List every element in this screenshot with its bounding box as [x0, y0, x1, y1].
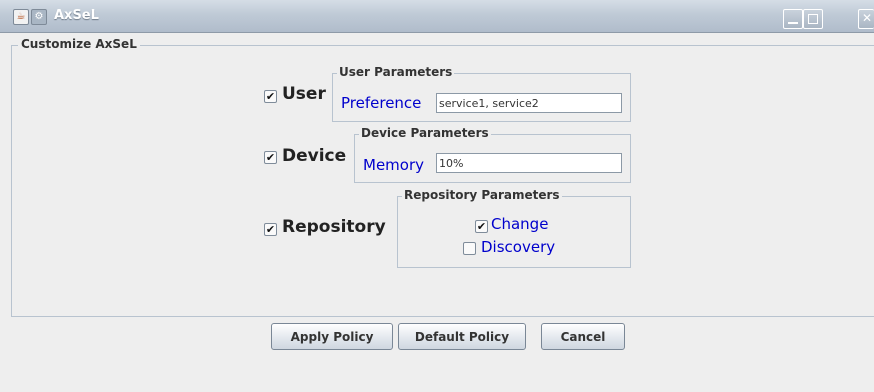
change-checkbox[interactable]: ✔ — [475, 220, 488, 233]
maximize-button[interactable] — [803, 9, 823, 29]
user-checkbox[interactable]: ✔ — [264, 90, 277, 103]
user-parameters-title: User Parameters — [337, 65, 455, 79]
default-policy-button[interactable]: Default Policy — [398, 323, 526, 350]
apply-policy-button[interactable]: Apply Policy — [271, 323, 393, 350]
device-checkbox[interactable]: ✔ — [264, 151, 277, 164]
user-label: User — [282, 84, 326, 104]
preference-label: Preference — [341, 94, 422, 112]
discovery-label: Discovery — [481, 238, 556, 256]
preference-input[interactable] — [436, 93, 622, 113]
memory-label: Memory — [363, 156, 425, 174]
java-app-icon[interactable]: ☕ — [13, 9, 29, 25]
repository-parameters-title: Repository Parameters — [402, 188, 562, 202]
device-label: Device — [282, 146, 347, 166]
close-button[interactable] — [858, 9, 874, 29]
window-title: AxSeL — [54, 8, 99, 23]
minimize-button[interactable] — [783, 9, 803, 29]
discovery-checkbox[interactable] — [463, 242, 476, 255]
cancel-button[interactable]: Cancel — [541, 323, 625, 350]
change-label: Change — [491, 215, 549, 233]
device-parameters-title: Device Parameters — [359, 126, 491, 140]
title-bar: ☕ ⚙ AxSeL — [0, 0, 874, 33]
gear-icon[interactable]: ⚙ — [31, 9, 47, 25]
panel-title: Customize AxSeL — [18, 37, 140, 51]
memory-input[interactable] — [436, 153, 622, 173]
repository-checkbox[interactable]: ✔ — [264, 223, 277, 236]
repository-label: Repository — [282, 217, 386, 237]
